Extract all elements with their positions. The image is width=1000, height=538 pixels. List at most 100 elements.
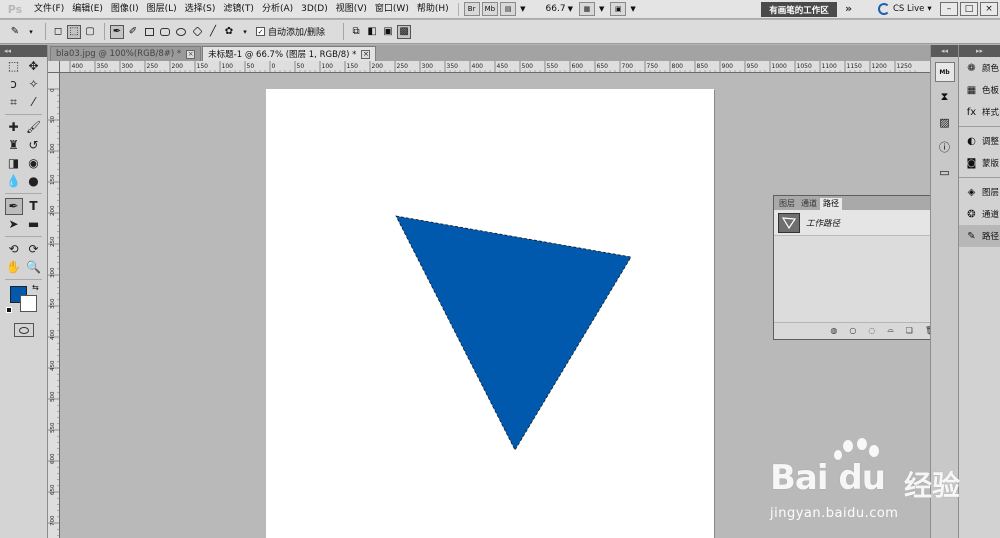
more-workspaces-button[interactable]: » bbox=[845, 2, 852, 15]
document-canvas[interactable] bbox=[266, 89, 714, 538]
background-color-swatch[interactable] bbox=[20, 295, 37, 312]
quick-mask-button[interactable] bbox=[13, 323, 34, 337]
ellipse-tool-icon[interactable] bbox=[174, 25, 188, 39]
zoom-dropdown-icon[interactable]: ▼ bbox=[568, 5, 573, 13]
close-tab-icon[interactable]: × bbox=[361, 49, 371, 59]
exclude-path-icon[interactable]: ▩ bbox=[397, 24, 412, 39]
pen-tool-icon[interactable]: ✒ bbox=[110, 24, 124, 39]
info-panel-icon[interactable]: ⓘ bbox=[935, 137, 955, 157]
bridge-button[interactable]: Br bbox=[463, 2, 480, 16]
panel-styles[interactable]: fx 样式 bbox=[959, 101, 1000, 123]
menu-layer[interactable]: 图层(L) bbox=[143, 0, 181, 19]
mini-bridge-button[interactable]: Mb bbox=[481, 2, 499, 16]
subtract-path-icon[interactable]: ◧ bbox=[365, 25, 379, 39]
panel-layers[interactable]: ◈ 图层 bbox=[959, 181, 1000, 203]
load-selection-icon[interactable]: ◌ bbox=[868, 326, 875, 335]
new-path-icon[interactable]: ❏ bbox=[906, 326, 913, 335]
tab-layers[interactable]: 图层 bbox=[776, 198, 798, 210]
preset-dropdown-icon[interactable]: ▾ bbox=[24, 25, 38, 39]
dodge-tool-icon[interactable]: ● bbox=[25, 173, 43, 190]
menu-3d[interactable]: 3D(D) bbox=[297, 0, 332, 19]
geometry-options-dropdown-icon[interactable]: ▾ bbox=[238, 25, 252, 39]
stroke-path-icon[interactable]: ○ bbox=[849, 326, 856, 335]
tab-bla03[interactable]: bla03.jpg @ 100%(RGB/8#) * × bbox=[50, 46, 202, 61]
healing-brush-tool-icon[interactable]: ✚ bbox=[5, 119, 23, 136]
panel-adjustments[interactable]: ◐ 调整 bbox=[959, 130, 1000, 152]
custom-shape-tool-icon[interactable]: ✿ bbox=[222, 25, 236, 39]
eyedropper-tool-icon[interactable]: ⁄ bbox=[25, 94, 43, 111]
clone-stamp-tool-icon[interactable]: ♜ bbox=[5, 137, 23, 154]
panel-channels[interactable]: ❂ 通道 bbox=[959, 203, 1000, 225]
screen-mode-dropdown-icon[interactable]: ▼ bbox=[630, 5, 635, 13]
menu-filter[interactable]: 滤镜(T) bbox=[219, 0, 258, 19]
menu-edit[interactable]: 编辑(E) bbox=[68, 0, 107, 19]
dock-collapse-icon[interactable]: ▸▸ bbox=[959, 45, 1000, 57]
screen-mode-button[interactable]: ▣ bbox=[610, 2, 627, 16]
zoom-level[interactable]: 66.7 bbox=[546, 4, 566, 14]
ruler-origin[interactable] bbox=[48, 61, 60, 73]
menu-help[interactable]: 帮助(H) bbox=[413, 0, 453, 19]
type-tool-icon[interactable]: T bbox=[25, 198, 43, 215]
menu-file[interactable]: 文件(F) bbox=[30, 0, 68, 19]
3d-orbit-tool-icon[interactable]: ⟳ bbox=[25, 241, 43, 258]
tab-untitled-1[interactable]: 未标题-1 @ 66.7% (图层 1, RGB/8) * × bbox=[202, 46, 377, 61]
pen-tool-preset-icon[interactable]: ✎ bbox=[8, 25, 22, 39]
mini-bridge-panel-icon[interactable]: Mb bbox=[934, 62, 955, 82]
menu-select[interactable]: 选择(S) bbox=[181, 0, 220, 19]
blur-tool-icon[interactable]: 💧 bbox=[5, 173, 23, 190]
menu-analysis[interactable]: 分析(A) bbox=[258, 0, 297, 19]
fill-pixels-mode-icon[interactable]: ▢ bbox=[83, 25, 97, 39]
history-panel-icon[interactable]: ⧗ bbox=[935, 87, 955, 107]
swap-colors-icon[interactable]: ⇆ bbox=[32, 283, 39, 292]
view-extras-button[interactable]: ▤ bbox=[500, 2, 517, 16]
icon-strip-collapse-icon[interactable]: ◂◂ bbox=[931, 45, 958, 57]
panel-masks[interactable]: ◙ 蒙版 bbox=[959, 152, 1000, 174]
pen-tool-icon[interactable]: ✒ bbox=[4, 197, 23, 215]
move-tool-icon[interactable]: ✥ bbox=[25, 58, 43, 75]
eraser-tool-icon[interactable]: ◨ bbox=[5, 155, 23, 172]
menu-window[interactable]: 窗口(W) bbox=[371, 0, 413, 19]
brush-tool-icon[interactable]: 🖌 bbox=[25, 119, 43, 136]
polygon-tool-icon[interactable] bbox=[190, 25, 204, 39]
combine-path-icon[interactable]: ⧉ bbox=[349, 25, 363, 39]
navigator-panel-icon[interactable]: ▨ bbox=[935, 112, 955, 132]
rounded-rectangle-tool-icon[interactable] bbox=[158, 25, 172, 39]
tab-paths[interactable]: 路径 bbox=[820, 198, 842, 210]
menu-image[interactable]: 图像(I) bbox=[107, 0, 143, 19]
paint-bucket-tool-icon[interactable]: ◉ bbox=[25, 155, 43, 172]
tab-channels[interactable]: 通道 bbox=[798, 198, 820, 210]
history-brush-tool-icon[interactable]: ↺ bbox=[25, 137, 43, 154]
rectangular-marquee-tool-icon[interactable]: ⬚ bbox=[5, 58, 23, 75]
panel-paths[interactable]: ✎ 路径 bbox=[959, 225, 1000, 247]
minimize-button[interactable]: – bbox=[940, 2, 958, 16]
make-work-path-icon[interactable]: ⌓ bbox=[887, 325, 893, 335]
auto-add-delete-checkbox[interactable]: ✓ bbox=[256, 27, 265, 36]
fill-path-icon[interactable]: ◍ bbox=[830, 326, 837, 335]
blue-triangle-shape[interactable] bbox=[395, 215, 632, 451]
shape-layers-mode-icon[interactable]: ◻ bbox=[51, 25, 65, 39]
freeform-pen-icon[interactable]: ✐ bbox=[126, 25, 140, 39]
3d-rotate-tool-icon[interactable]: ⟲ bbox=[5, 241, 23, 258]
auto-add-delete-option[interactable]: ✓ 自动添加/删除 bbox=[256, 25, 325, 38]
panel-color[interactable]: ❁ 颜色 bbox=[959, 57, 1000, 79]
menu-view[interactable]: 视图(V) bbox=[332, 0, 371, 19]
zoom-tool-icon[interactable]: 🔍 bbox=[25, 259, 43, 276]
panel-swatches[interactable]: ▦ 色板 bbox=[959, 79, 1000, 101]
rectangle-tool-icon[interactable] bbox=[142, 25, 156, 39]
intersect-path-icon[interactable]: ▣ bbox=[381, 25, 395, 39]
close-button[interactable]: × bbox=[980, 2, 998, 16]
cs-live-button[interactable]: CS Live ▾ bbox=[878, 3, 932, 15]
workspace-switcher[interactable]: 有画笔的工作区 bbox=[761, 2, 837, 17]
view-extras-dropdown-icon[interactable]: ▼ bbox=[520, 5, 525, 13]
lasso-tool-icon[interactable]: ↄ bbox=[5, 76, 23, 93]
close-tab-icon[interactable]: × bbox=[186, 49, 196, 59]
crop-tool-icon[interactable]: ⌗ bbox=[5, 94, 23, 111]
arrange-documents-button[interactable]: ▦ bbox=[578, 2, 595, 16]
paths-mode-icon[interactable]: ⬚ bbox=[67, 24, 81, 39]
horizontal-ruler[interactable]: 400 350 300 250 200 150 100 50 0 50 100 150 200 250 30… bbox=[60, 61, 930, 73]
restore-button[interactable]: □ bbox=[960, 2, 978, 16]
default-colors-icon[interactable] bbox=[6, 307, 12, 313]
vertical-ruler[interactable]: 0 50 100 150 200 250 300 350 400 450 500 550 600 650 7… bbox=[48, 73, 60, 538]
actions-panel-icon[interactable]: ▭ bbox=[935, 162, 955, 182]
path-selection-tool-icon[interactable]: ➤ bbox=[5, 216, 23, 233]
